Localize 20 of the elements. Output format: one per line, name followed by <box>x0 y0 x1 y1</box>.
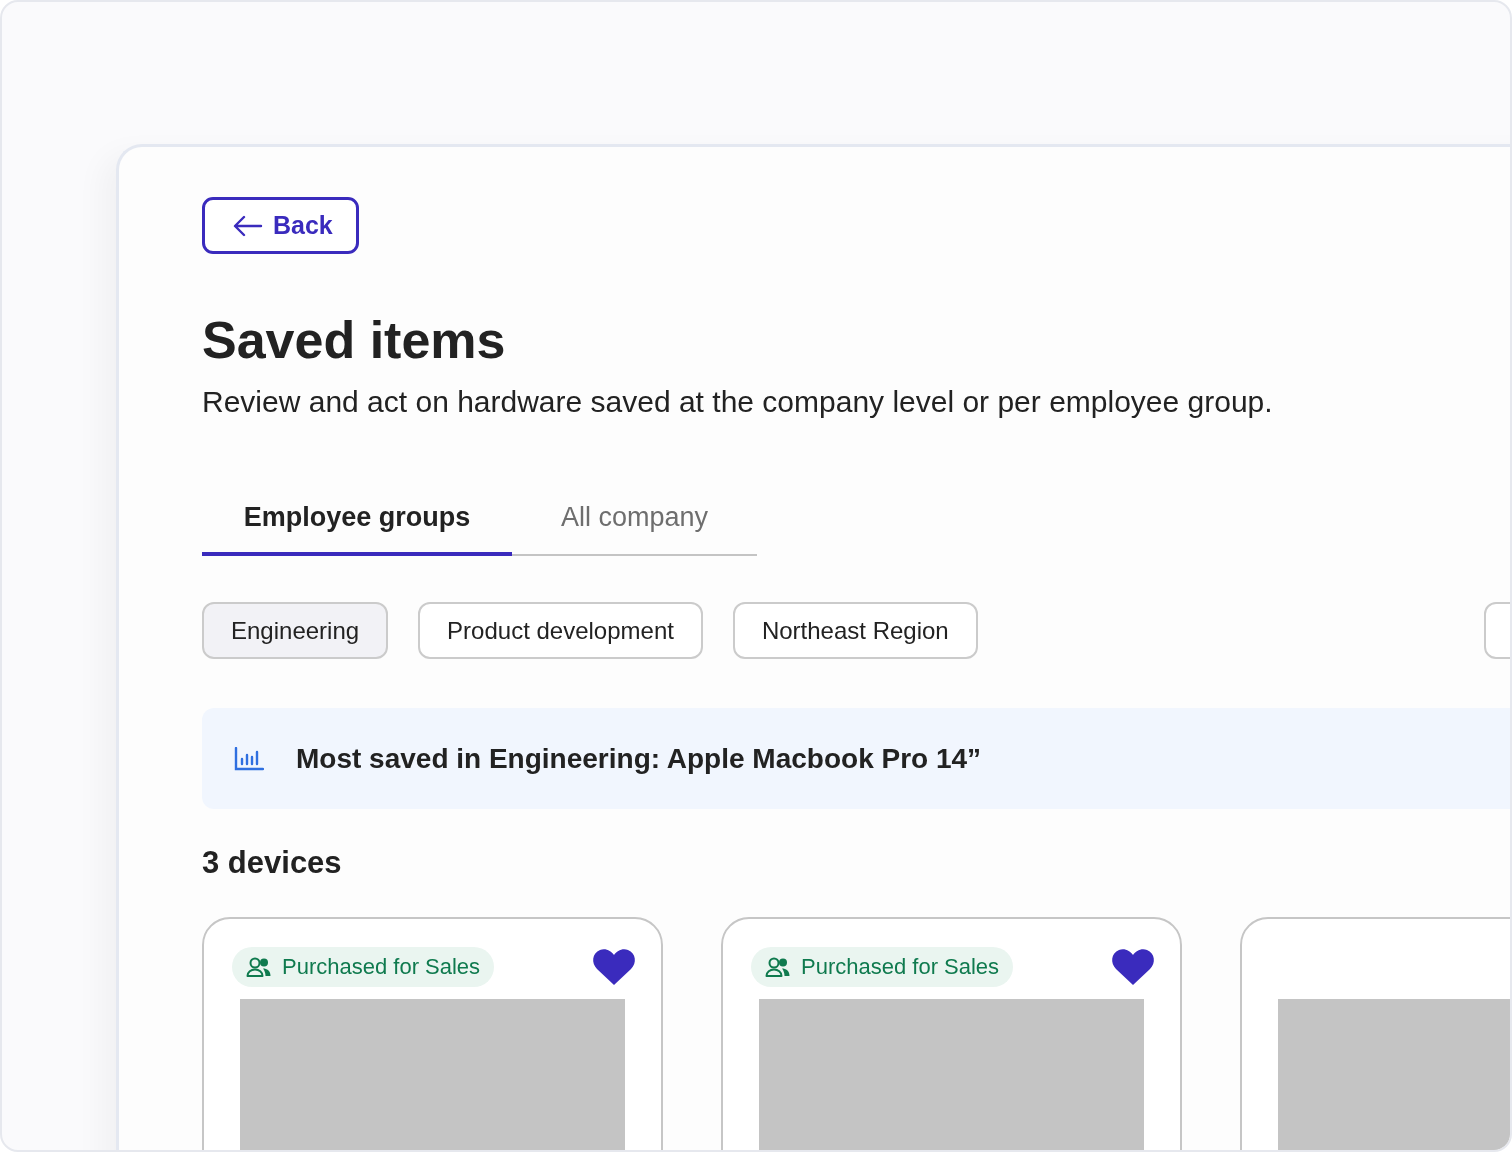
insight-text: Most saved in Engineering: Apple Macbook Pro 14” <box>296 742 982 775</box>
group-chip[interactable]: Engineering <box>202 602 389 659</box>
back-button[interactable]: Back <box>202 197 359 254</box>
purchase-badge: Purchased for Sales <box>751 947 1014 987</box>
page-subtitle: Review and act on hardware saved at the company level or per employee group. <box>202 384 1274 420</box>
purchase-badge: Purchased for Sales <box>232 947 495 987</box>
page-title: Saved items <box>202 310 507 370</box>
bar-chart-icon <box>234 746 264 771</box>
device-count: 3 devices <box>202 845 343 881</box>
arrow-left-icon <box>233 214 263 237</box>
group-chip[interactable]: Northeast Region <box>732 602 978 659</box>
group-chip[interactable]: Product development <box>418 602 703 659</box>
tab[interactable]: All company <box>512 502 757 554</box>
people-icon <box>765 956 791 978</box>
heart-icon[interactable] <box>1110 947 1156 987</box>
people-icon <box>246 956 272 978</box>
device-card[interactable]: Purchased for Sales <box>721 917 1182 1150</box>
device-card[interactable]: Purchased for Sales <box>202 917 663 1150</box>
tab[interactable]: Employee groups <box>202 502 512 556</box>
heart-icon[interactable] <box>591 947 637 987</box>
